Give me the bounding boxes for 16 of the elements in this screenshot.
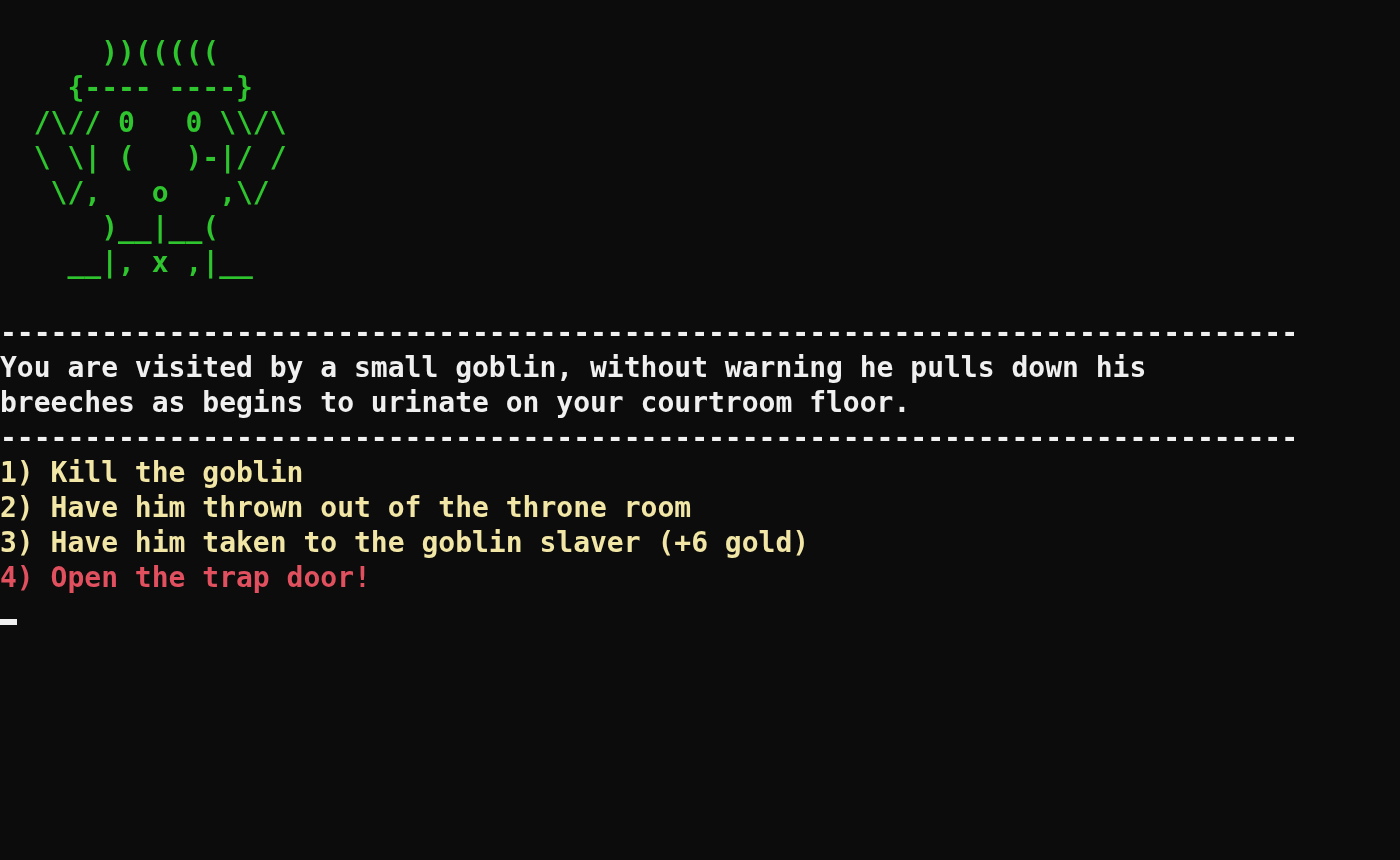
- text-cursor: [0, 619, 17, 625]
- ascii-art-line: )__|__(: [100, 210, 220, 245]
- menu-option: 1) Kill the goblin: [0, 455, 304, 490]
- menu-option: 4) Open the trap door!: [0, 560, 371, 595]
- dashed-divider: -----------------------------------------------------------------------------: [0, 420, 1299, 455]
- menu-option: 2) Have him thrown out of the throne room: [0, 490, 692, 525]
- message-line: You are visited by a small goblin, without warning he pulls down his: [0, 350, 1147, 385]
- dashed-divider: -----------------------------------------------------------------------------: [0, 315, 1299, 350]
- message-line: breeches as begins to urinate on your courtroom floor.: [0, 385, 911, 420]
- ascii-art-line: /\// 0 0 \\/\: [32, 105, 287, 140]
- menu-option: 3) Have him taken to the goblin slaver (+6 gold): [0, 525, 810, 560]
- ascii-art-line: ))(((((: [100, 35, 220, 70]
- ascii-art-line: __|, x ,|__: [66, 245, 253, 280]
- ascii-art-line: \ \| ( )-|/ /: [32, 140, 287, 175]
- ascii-art-line: \/, o ,\/: [49, 175, 270, 210]
- ascii-art-line: {---- ----}: [66, 70, 253, 105]
